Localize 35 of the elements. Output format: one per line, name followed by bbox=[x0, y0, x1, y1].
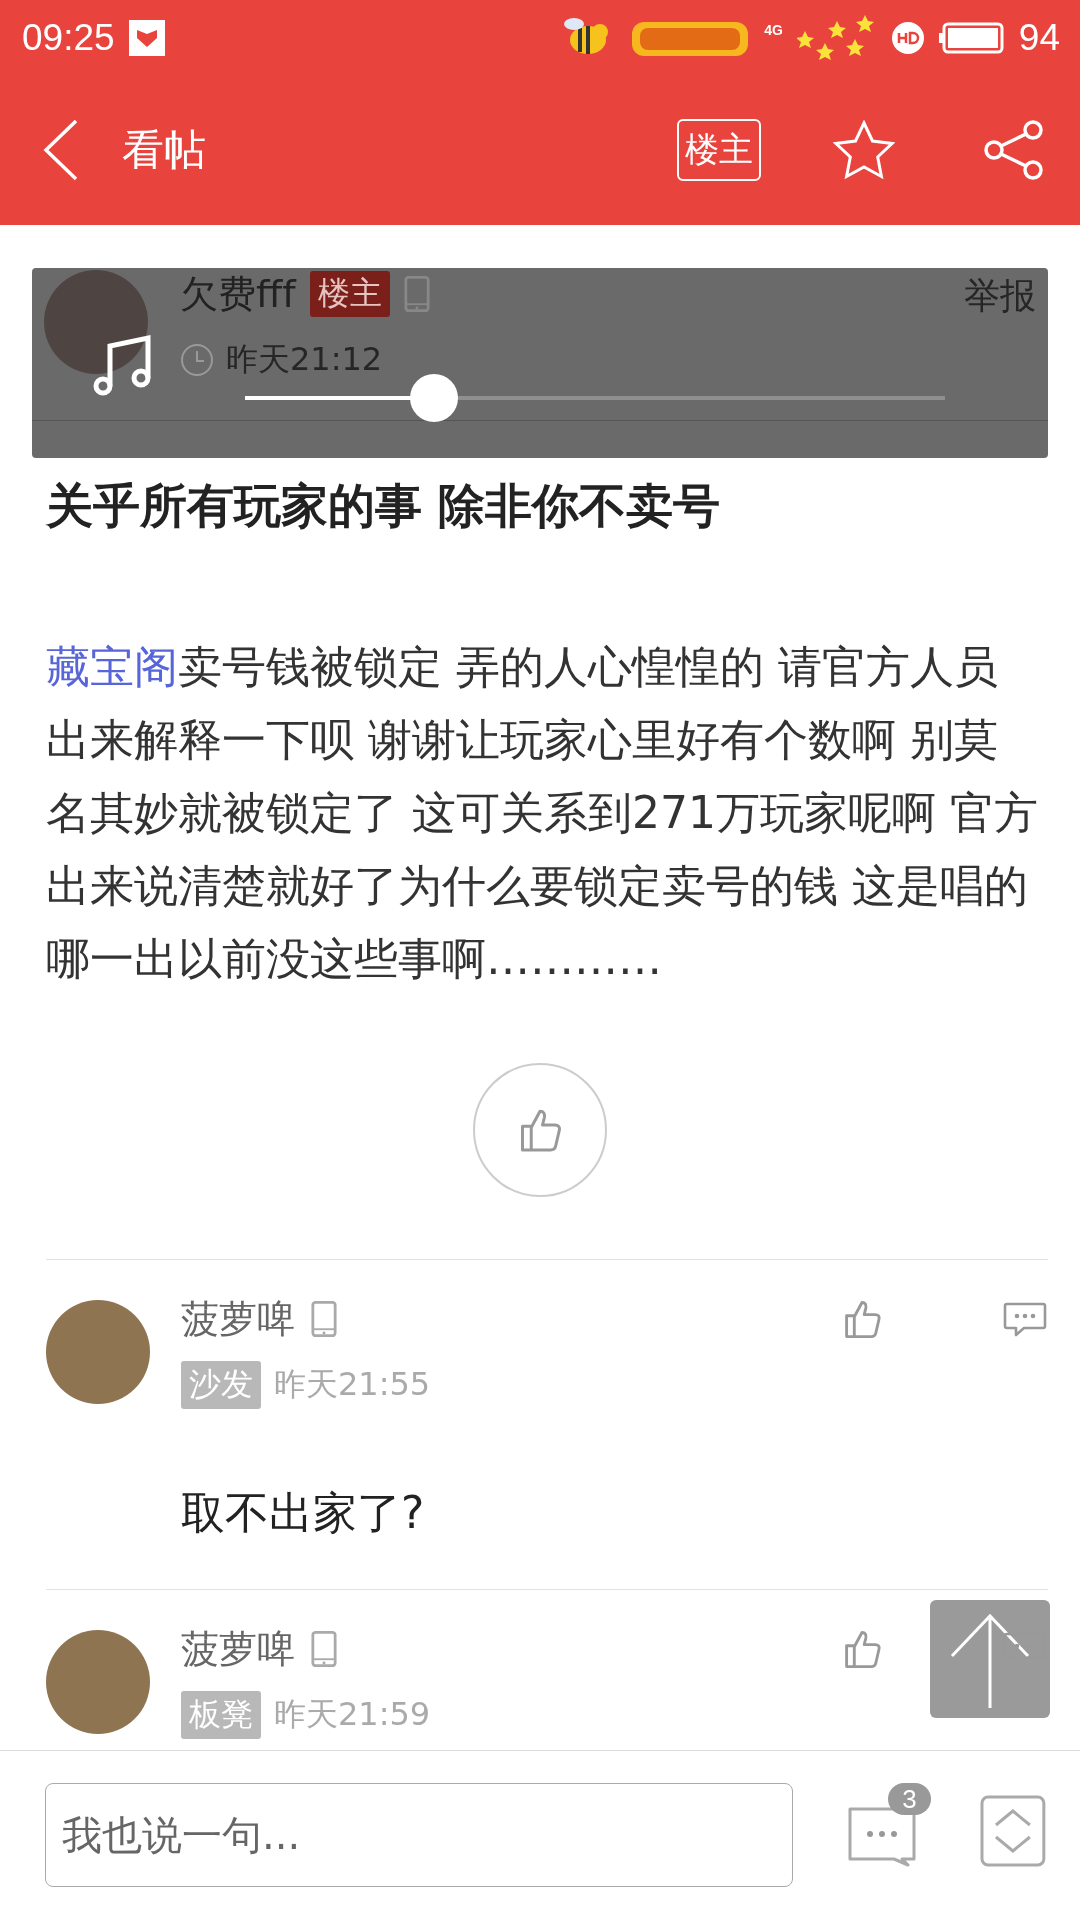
network-label: 4G bbox=[764, 22, 783, 38]
status-time: 09:25 bbox=[22, 16, 115, 59]
user-name: 菠萝啤 bbox=[181, 1626, 295, 1673]
phone-icon bbox=[311, 1299, 337, 1339]
star-icon[interactable] bbox=[833, 120, 895, 180]
reply-time: 昨天21:55 bbox=[274, 1364, 431, 1405]
page-title: 看帖 bbox=[122, 124, 206, 176]
progress-slider[interactable] bbox=[245, 374, 945, 422]
scroll-to-top-button[interactable] bbox=[930, 1600, 1050, 1718]
reply-count-badge: 3 bbox=[888, 1783, 931, 1815]
op-only-button[interactable]: 楼主 bbox=[677, 119, 761, 181]
author-name: 欠费fff bbox=[180, 270, 296, 318]
page-nav-icon[interactable] bbox=[980, 1795, 1046, 1867]
shield-icon bbox=[128, 19, 165, 56]
floor-tag: 沙发 bbox=[181, 1361, 261, 1409]
forum-link[interactable]: 藏宝阁 bbox=[46, 641, 178, 692]
post-time: 昨天21:12 bbox=[226, 339, 383, 380]
reply-time: 昨天21:59 bbox=[274, 1694, 431, 1735]
report-link[interactable]: 举报 bbox=[964, 272, 1036, 420]
post-title: 关乎所有玩家的事 除非你不卖号 bbox=[46, 477, 722, 535]
share-icon[interactable] bbox=[983, 119, 1045, 181]
battery-level: 94 bbox=[1018, 16, 1060, 59]
back-icon[interactable] bbox=[42, 118, 80, 182]
music-note-icon bbox=[92, 332, 154, 396]
phone-icon bbox=[311, 1629, 337, 1669]
reply-text: 取不出家了? bbox=[181, 1486, 426, 1540]
clock-icon bbox=[180, 343, 214, 377]
phone-icon bbox=[403, 274, 430, 314]
floor-tag: 板凳 bbox=[181, 1691, 261, 1739]
op-tag: 楼主 bbox=[309, 271, 390, 317]
post-body: 藏宝阁卖号钱被锁定 弄的人心惶惶的 请官方人员出来解释一下呗 谢谢让玩家心里好有个数啊 别莫名其妙就被锁定了 这可关系到271万玩家呢啊 官方出来说清楚就好了为什么要锁定卖号的钱 这是唱的哪一出以前没这些事啊………… bbox=[46, 640, 1039, 986]
battery-icon bbox=[938, 21, 1005, 54]
user-name: 菠萝啤 bbox=[181, 1296, 295, 1343]
comment-input[interactable]: 我也说一句... bbox=[45, 1783, 794, 1887]
hd-icon bbox=[890, 20, 925, 55]
